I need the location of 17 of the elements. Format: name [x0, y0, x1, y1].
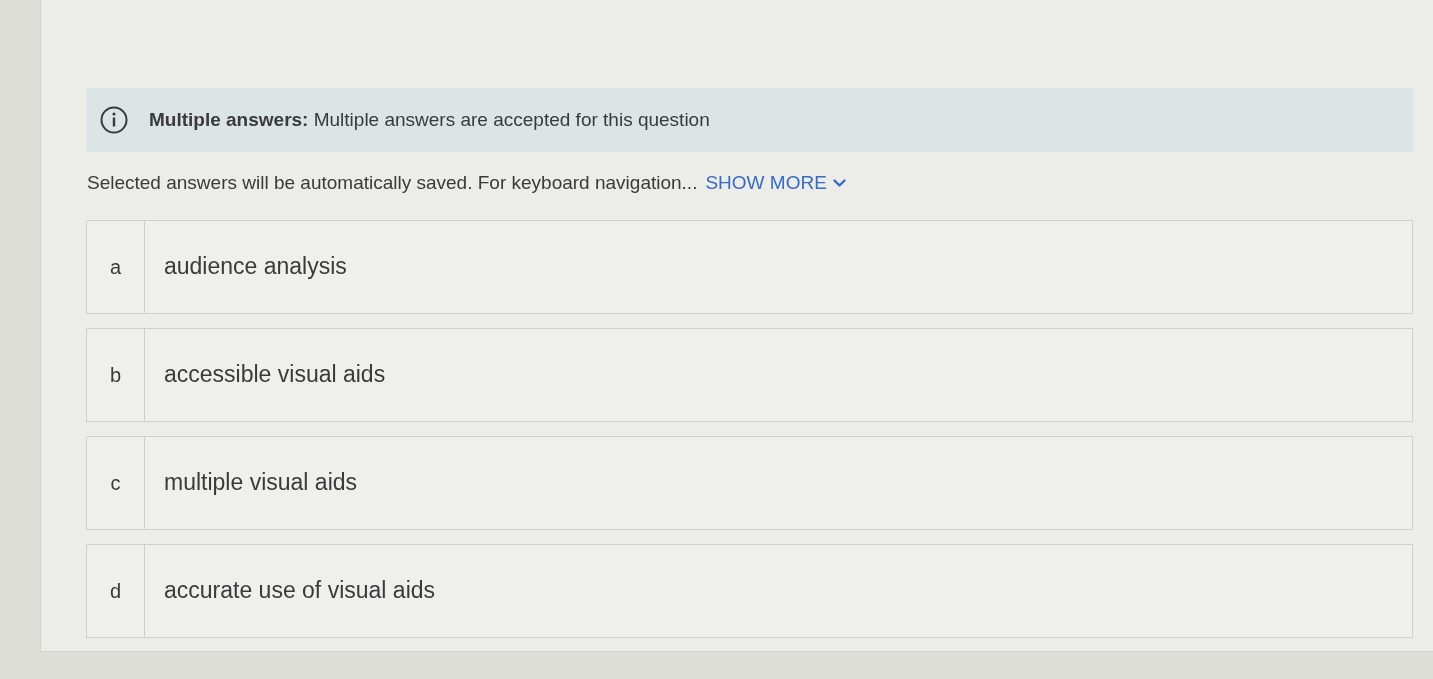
instruction-text: Selected answers will be automatically saved. For keyboard navigation... — [87, 171, 698, 195]
option-letter: c — [110, 470, 121, 496]
chevron-down-icon — [832, 178, 846, 188]
option-letter: a — [109, 254, 122, 280]
answer-option[interactable]: a audience analysis — [86, 219, 1413, 314]
option-letter: b — [109, 362, 122, 388]
show-more-link[interactable]: SHOW MORE — [705, 169, 846, 198]
answer-option[interactable]: c multiple visual aids — [86, 435, 1413, 530]
answer-option[interactable]: b accessible visual aids — [86, 327, 1413, 422]
info-icon — [100, 106, 128, 134]
option-letter: d — [109, 578, 122, 604]
option-text: audience analysis — [164, 252, 347, 282]
option-text: multiple visual aids — [164, 468, 358, 498]
notice-text: Multiple answers: Multiple answers are accepted for this question — [149, 107, 710, 132]
option-text: accurate use of visual aids — [164, 576, 436, 606]
option-text: accessible visual aids — [164, 360, 386, 390]
answer-option[interactable]: d accurate use of visual aids — [86, 543, 1413, 638]
